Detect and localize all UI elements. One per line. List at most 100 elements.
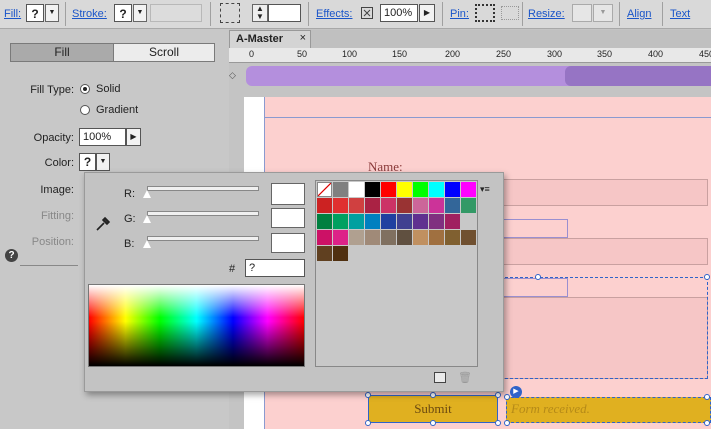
selection-frame[interactable] [500, 277, 708, 379]
pin-grid-icon[interactable] [475, 4, 495, 22]
new-swatch-icon[interactable] [434, 372, 446, 383]
color-swatch[interactable] [413, 214, 428, 229]
pin-label[interactable]: Pin: [450, 8, 469, 20]
opacity-input[interactable]: 100% [79, 128, 126, 146]
stroke-dropdown-arrow[interactable]: ▼ [133, 4, 147, 22]
selection-handle[interactable] [504, 394, 510, 400]
color-swatch[interactable] [381, 198, 396, 213]
g-slider-thumb[interactable] [143, 215, 151, 223]
color-swatch[interactable] [413, 182, 428, 197]
email-input-field[interactable] [496, 238, 708, 265]
submit-button[interactable]: Submit [368, 395, 498, 423]
fill-swatch[interactable]: ? [26, 4, 44, 22]
header-bar-section[interactable] [565, 66, 711, 86]
effects-icon[interactable] [361, 7, 373, 19]
g-value-box[interactable] [271, 208, 305, 228]
selection-handle[interactable] [504, 420, 510, 426]
color-swatch[interactable] [413, 198, 428, 213]
color-swatch[interactable]: ? [79, 153, 96, 171]
color-swatch[interactable] [445, 198, 460, 213]
name-input-field[interactable] [496, 179, 708, 206]
color-swatch[interactable] [333, 214, 348, 229]
corner-radius-icon[interactable] [220, 3, 240, 23]
color-swatch[interactable] [381, 230, 396, 245]
color-swatch[interactable] [429, 198, 444, 213]
color-swatch[interactable] [445, 230, 460, 245]
collapse-arrow-icon[interactable]: ◇ [229, 70, 237, 80]
color-swatch[interactable] [317, 230, 332, 245]
swatch-menu-icon[interactable]: ▾≡ [480, 185, 496, 197]
color-swatch[interactable] [333, 246, 348, 261]
color-swatch[interactable] [349, 198, 364, 213]
color-swatch[interactable] [413, 230, 428, 245]
selection-handle[interactable] [365, 392, 371, 398]
help-icon[interactable]: ? [5, 249, 18, 262]
color-swatch[interactable] [397, 214, 412, 229]
color-swatch[interactable] [429, 230, 444, 245]
tab-fill[interactable]: Fill [10, 43, 114, 62]
b-value-box[interactable] [271, 233, 305, 253]
selection-handle[interactable] [535, 274, 541, 280]
chevron-down-icon[interactable]: ▼ [96, 153, 110, 171]
color-swatch[interactable] [317, 214, 332, 229]
align-label[interactable]: Align [627, 8, 651, 20]
color-swatch[interactable] [429, 182, 444, 197]
color-swatch[interactable] [365, 182, 380, 197]
no-color-swatch[interactable] [317, 182, 332, 197]
color-swatch[interactable] [317, 198, 332, 213]
selection-handle[interactable] [430, 392, 436, 398]
selection-handle[interactable] [704, 420, 710, 426]
color-swatch[interactable] [365, 230, 380, 245]
color-swatch[interactable] [461, 198, 476, 213]
hex-input[interactable]: ? [245, 259, 305, 277]
eyedropper-icon[interactable] [93, 215, 111, 233]
success-message-box[interactable]: Form received. [506, 397, 711, 423]
selection-handle[interactable] [704, 274, 710, 280]
radio-gradient[interactable] [80, 105, 90, 115]
color-swatch[interactable] [333, 230, 348, 245]
selection-handle[interactable] [430, 420, 436, 426]
fill-label[interactable]: Fill: [4, 8, 21, 20]
r-value-box[interactable] [271, 183, 305, 205]
play-arrow-icon[interactable]: ▶ [126, 128, 141, 146]
color-swatch[interactable] [461, 230, 476, 245]
tab-a-master[interactable]: A-Master × [229, 30, 311, 48]
stroke-swatch[interactable]: ? [114, 4, 132, 22]
resize-label[interactable]: Resize: [528, 8, 565, 20]
selection-handle[interactable] [704, 394, 710, 400]
selection-handle[interactable] [365, 420, 371, 426]
color-swatch[interactable] [317, 246, 332, 261]
color-swatch[interactable] [333, 182, 348, 197]
stepper-icon[interactable]: ▲ ▼ [252, 4, 268, 22]
r-slider-track[interactable] [147, 186, 259, 191]
tab-scroll[interactable]: Scroll [113, 43, 215, 62]
color-swatch[interactable] [445, 214, 460, 229]
color-swatch[interactable] [397, 182, 412, 197]
r-slider-thumb[interactable] [143, 190, 151, 198]
selection-handle[interactable] [495, 420, 501, 426]
selection-handle[interactable] [495, 392, 501, 398]
effects-opacity-input[interactable]: 100% [380, 4, 418, 22]
close-icon[interactable]: × [300, 32, 306, 44]
radio-solid[interactable] [80, 84, 90, 94]
play-arrow-icon[interactable]: ▶ [419, 4, 435, 22]
b-slider-thumb[interactable] [143, 240, 151, 248]
text-label[interactable]: Text [670, 8, 690, 20]
color-swatch[interactable] [333, 198, 348, 213]
color-swatch[interactable] [397, 198, 412, 213]
color-swatch[interactable] [381, 182, 396, 197]
play-state-icon[interactable]: ▶ [510, 386, 522, 398]
stroke-label[interactable]: Stroke: [72, 8, 107, 20]
b-slider-track[interactable] [147, 236, 259, 241]
color-spectrum[interactable] [88, 284, 305, 367]
color-swatch[interactable] [349, 214, 364, 229]
color-swatch[interactable] [349, 230, 364, 245]
radio-gradient-label[interactable]: Gradient [96, 104, 138, 116]
color-swatch[interactable] [445, 182, 460, 197]
radio-solid-label[interactable]: Solid [96, 83, 120, 95]
fill-dropdown-arrow[interactable]: ▼ [45, 4, 59, 22]
color-swatch[interactable] [461, 182, 476, 197]
corner-radius-input[interactable] [268, 4, 301, 22]
color-swatch[interactable] [429, 214, 444, 229]
color-swatch[interactable] [397, 230, 412, 245]
